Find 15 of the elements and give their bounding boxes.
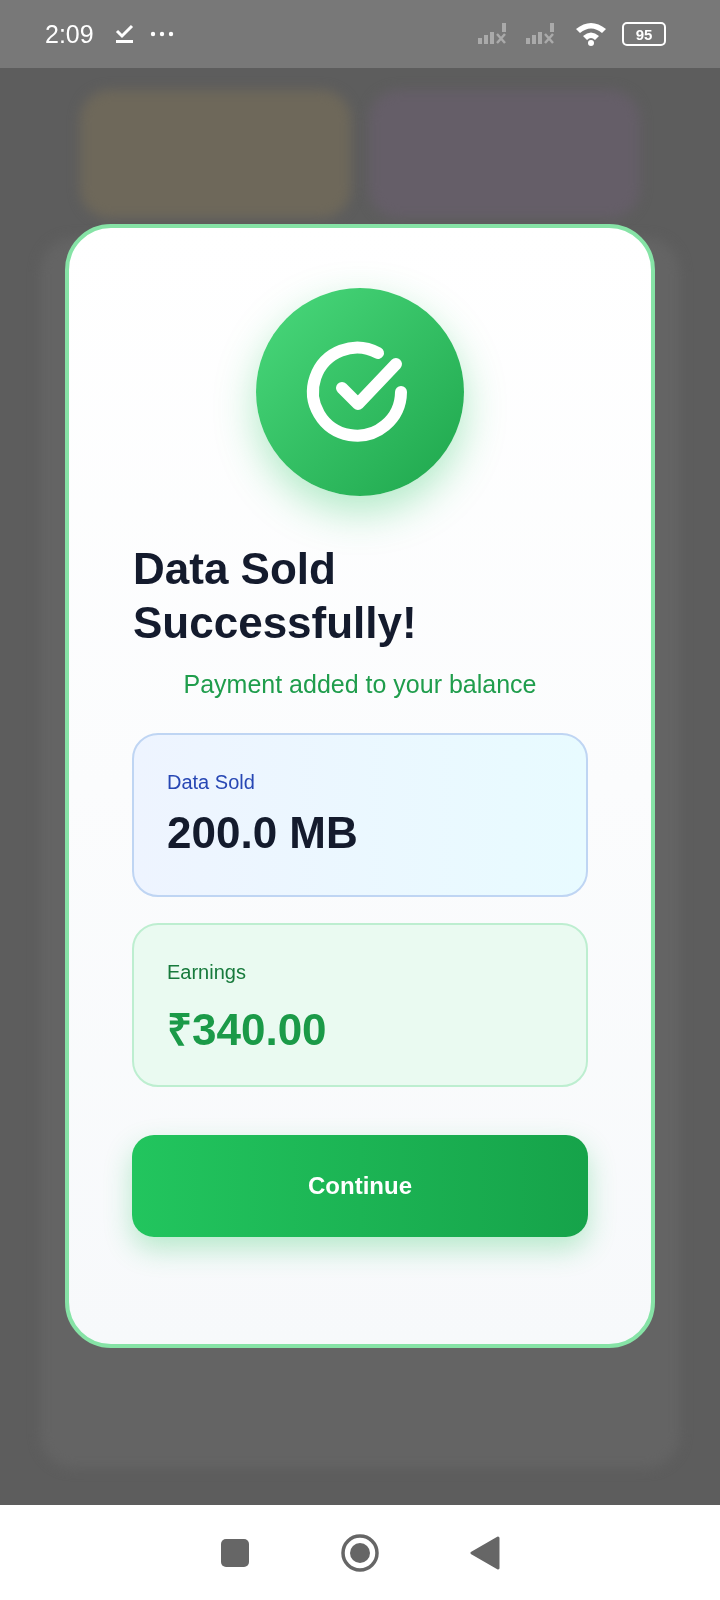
dialog-title: Data Sold Successfully! [133,543,418,649]
stat-value: ₹340.00 [167,1004,328,1056]
more-icon [149,30,174,38]
dialog-subtitle: Payment added to your balance [183,670,537,699]
stat-label: Data Sold [167,771,256,794]
wifi-icon [574,21,608,47]
home-icon[interactable] [340,1532,380,1573]
stat-label: Earnings [167,961,247,984]
back-icon[interactable] [470,1535,500,1570]
clock: 2:09 [45,19,94,49]
download-done-icon [113,23,136,45]
recents-icon[interactable] [220,1537,250,1568]
battery-icon: 95 [622,22,666,46]
stat-value: 200.0 MB [167,808,359,858]
continue-button[interactable]: Continue [132,1135,588,1237]
